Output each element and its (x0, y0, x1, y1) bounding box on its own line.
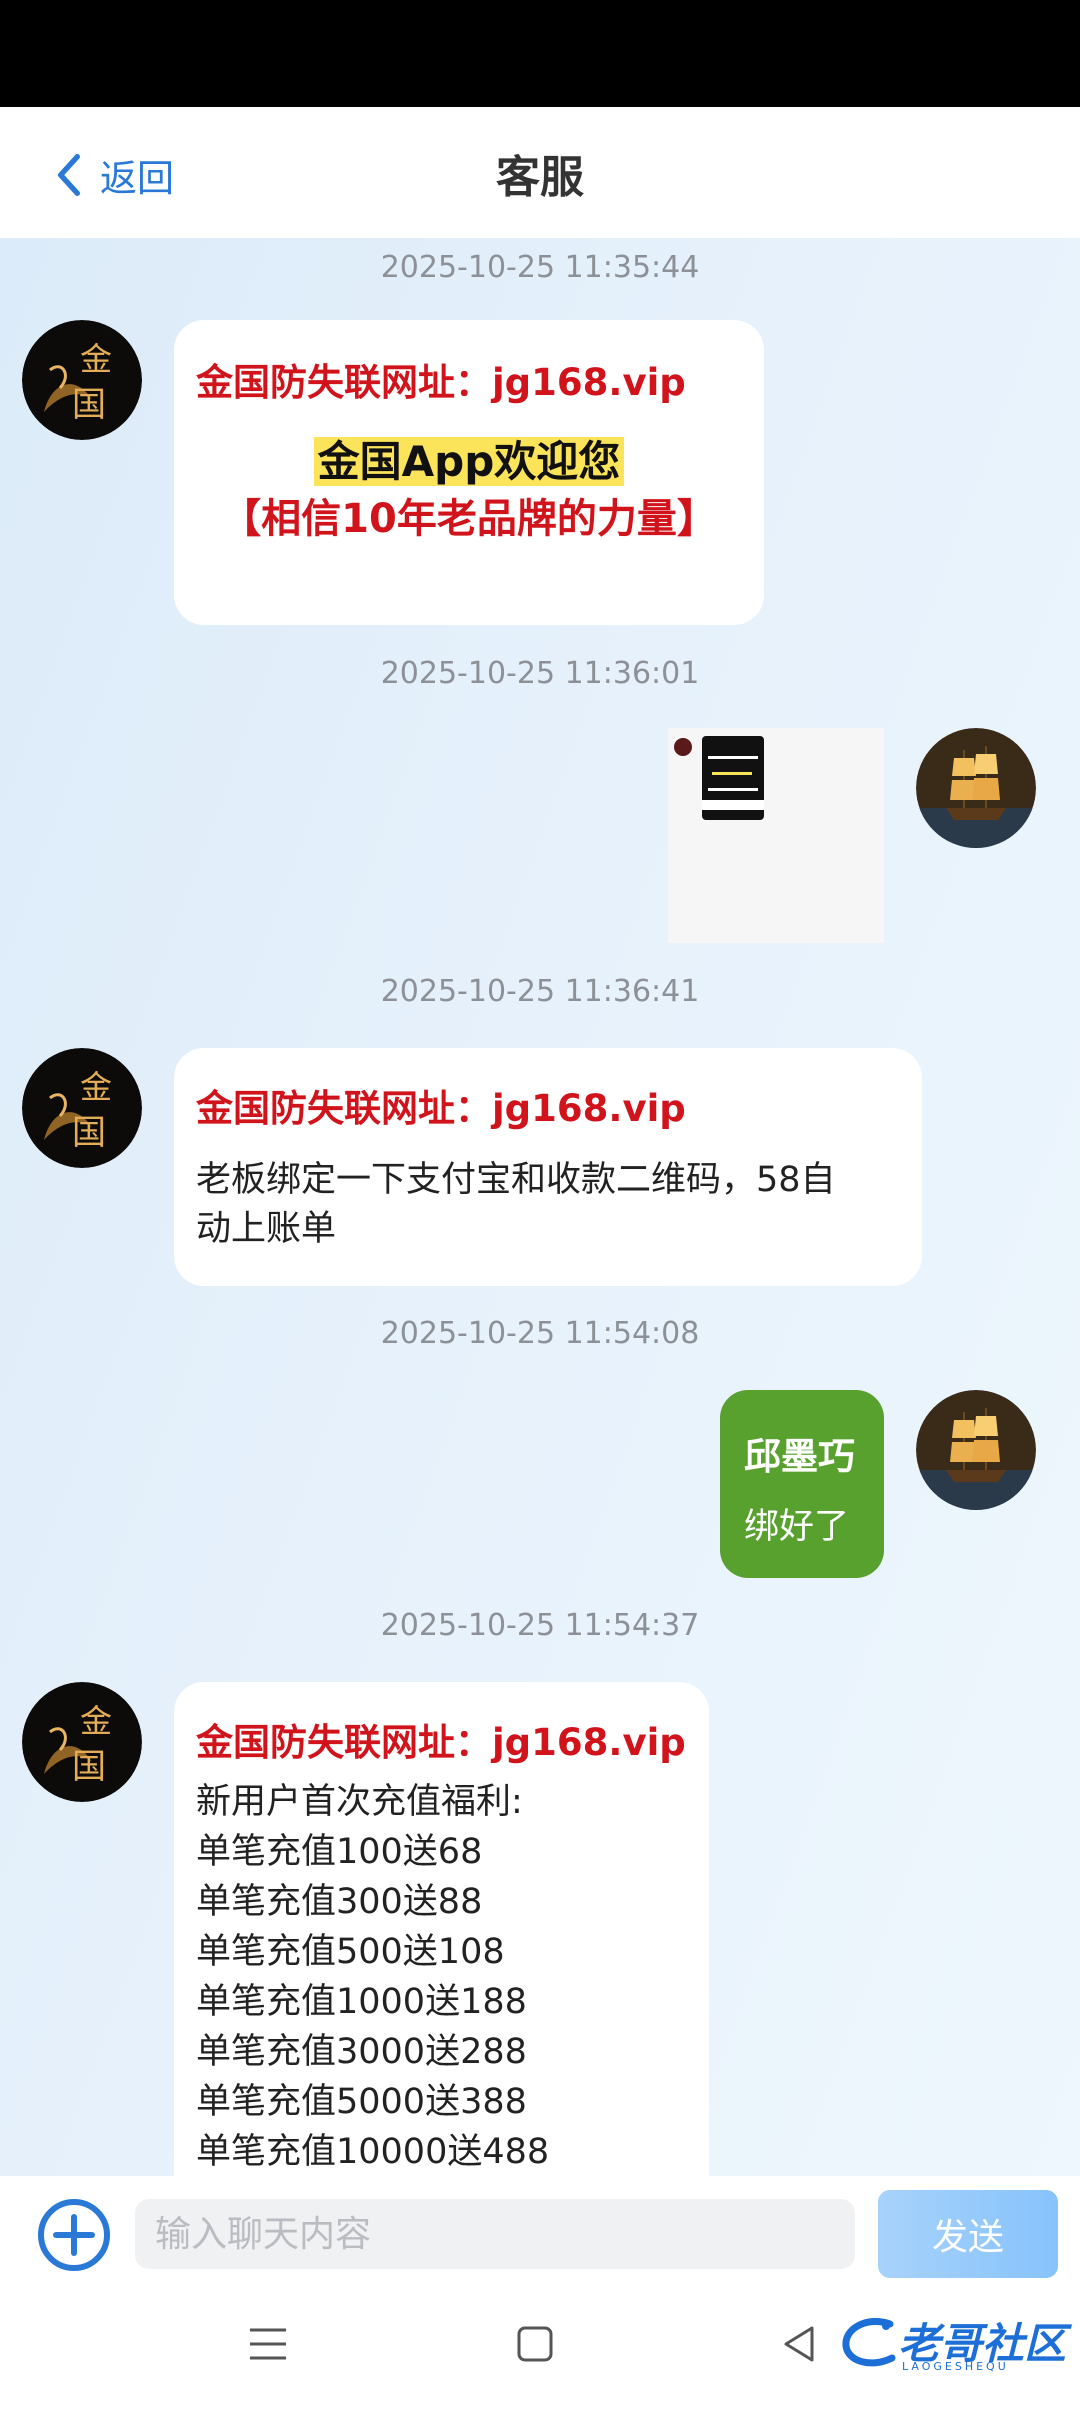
user-message-bubble: 邱墨巧 绑好了 (720, 1390, 884, 1578)
sailing-ship-icon (916, 728, 1036, 848)
timestamp: 2025-10-25 11:36:01 (380, 656, 700, 691)
agent-message-bubble: 金国防失联网址：jg168.vip 老板绑定一下支付宝和收款二维码，58自 动上… (174, 1048, 922, 1286)
dragon-logo-icon (842, 2317, 896, 2367)
watermark: 老哥社区 LAOGESHEQU (838, 2310, 1068, 2380)
chat-input[interactable] (135, 2199, 855, 2269)
svg-text:金: 金 (80, 340, 112, 378)
promo-line: 单笔充值5000送388 (196, 2082, 527, 2122)
svg-text:国: 国 (72, 1747, 106, 1787)
back-triangle-icon[interactable] (770, 2314, 830, 2374)
page-title: 客服 (496, 152, 584, 203)
svg-text:金: 金 (80, 1068, 112, 1106)
gold-logo-icon: 金 国 (22, 1048, 142, 1168)
message-text: 绑好了 (744, 1507, 850, 1547)
agent-message-bubble: 金国防失联网址：jg168.vip 新用户首次充值福利: 单笔充值100送68 … (174, 1682, 709, 2176)
slogan-text: 【相信10年老品牌的力量】 (221, 496, 717, 542)
welcome-text: 金国App欢迎您 (313, 437, 625, 486)
promo-line: 单笔充值10000送488 (196, 2132, 550, 2172)
gold-logo-icon: 金 国 (22, 1682, 142, 1802)
agent-avatar[interactable]: 金 国 (22, 1048, 142, 1168)
user-avatar[interactable] (916, 1390, 1036, 1510)
image-message[interactable] (668, 728, 884, 943)
promo-line: 单笔充值500送108 (196, 1932, 505, 1972)
status-bar (0, 0, 1080, 107)
menu-icon[interactable] (238, 2314, 298, 2374)
url-line: 金国防失联网址：jg168.vip (196, 361, 686, 404)
url-line: 金国防失联网址：jg168.vip (196, 1721, 686, 1764)
gold-logo-icon: 金 国 (22, 320, 142, 440)
svg-text:金: 金 (80, 1702, 112, 1740)
message-text: 老板绑定一下支付宝和收款二维码，58自 (196, 1160, 836, 1200)
chat-area[interactable]: 2025-10-25 11:35:44 金 国 金国防失联网址：jg168.vi… (0, 238, 1080, 2176)
svg-text:国: 国 (72, 1113, 106, 1153)
sender-name: 邱墨巧 (744, 1435, 855, 1478)
watermark-subtext: LAOGESHEQU (902, 2360, 1009, 2373)
promo-line: 单笔充值1000送188 (196, 1982, 527, 2022)
agent-message-bubble: 金国防失联网址：jg168.vip 金国App欢迎您 【相信10年老品牌的力量】 (174, 320, 764, 625)
screenshot-thumbnail (702, 736, 764, 820)
home-icon[interactable] (505, 2314, 565, 2374)
timestamp: 2025-10-25 11:54:08 (380, 1316, 700, 1351)
plus-circle-icon[interactable] (36, 2197, 112, 2273)
timestamp: 2025-10-25 11:36:41 (380, 974, 700, 1009)
sailing-ship-icon (916, 1390, 1036, 1510)
send-button[interactable]: 发送 (878, 2190, 1058, 2278)
agent-avatar[interactable]: 金 国 (22, 1682, 142, 1802)
message-text: 动上账单 (196, 1209, 337, 1249)
promo-line: 单笔充值300送88 (196, 1882, 483, 1922)
promo-line: 新用户首次充值福利: (196, 1782, 523, 1822)
url-line: 金国防失联网址：jg168.vip (196, 1087, 686, 1130)
timestamp: 2025-10-25 11:54:37 (380, 1608, 700, 1643)
timestamp: 2025-10-25 11:35:44 (380, 250, 700, 285)
header: 返回 客服 (0, 107, 1080, 239)
promo-line: 单笔充值3000送288 (196, 2032, 527, 2072)
mini-avatar-icon (674, 738, 692, 756)
agent-avatar[interactable]: 金 国 (22, 320, 142, 440)
svg-text:国: 国 (72, 385, 106, 425)
promo-line: 单笔充值100送68 (196, 1832, 483, 1872)
composer-bar: 发送 (0, 2176, 1080, 2286)
user-avatar[interactable] (916, 728, 1036, 848)
